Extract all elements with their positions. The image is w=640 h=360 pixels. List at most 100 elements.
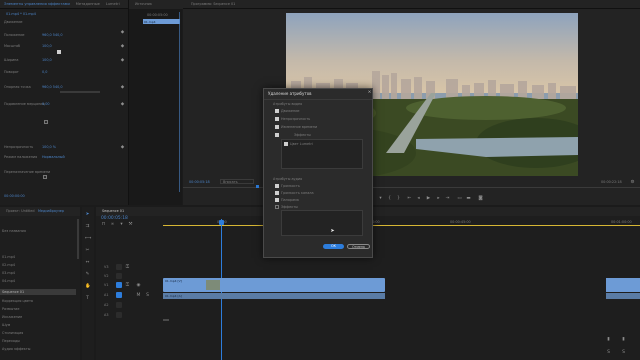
project-item[interactable]: Искажение	[2, 315, 22, 319]
lock-icon[interactable]: ⚿	[125, 283, 130, 288]
overwrite-icon[interactable]: ▬	[466, 196, 471, 201]
audio-effects-list[interactable]	[281, 210, 363, 236]
toggle-v3[interactable]	[116, 264, 122, 270]
project-item[interactable]: Размытие	[2, 307, 19, 311]
mute-icon[interactable]: M	[136, 293, 141, 298]
close-icon[interactable]: ×	[367, 90, 372, 95]
solo-icon[interactable]: S	[145, 293, 150, 298]
row-value[interactable]: 960,0 540,0	[42, 33, 63, 37]
selection-icon[interactable]: ➤	[85, 212, 90, 217]
project-item-selected[interactable]: Sequence 01	[0, 289, 76, 295]
project-item[interactable]: Аудио эффекты	[2, 347, 30, 351]
export-frame-icon[interactable]: ◙	[478, 196, 483, 201]
program-scrubber[interactable]	[183, 187, 640, 188]
audio-volume-checkbox[interactable]	[275, 184, 279, 188]
row-value[interactable]: 100,0	[42, 44, 52, 48]
timeline-timecode[interactable]: 00:00:05:18	[101, 216, 128, 221]
audio-effects-checkbox[interactable]	[275, 205, 279, 209]
step-back-icon[interactable]: ◂	[416, 196, 421, 201]
program-playhead-marker[interactable]	[256, 185, 259, 188]
keyframe-icon[interactable]: ◆	[120, 145, 125, 150]
settings-icon[interactable]: ⚙	[630, 180, 635, 185]
out-point-icon[interactable]: }	[396, 196, 401, 201]
go-to-out-icon[interactable]: ⇥	[445, 196, 450, 201]
toggle-a3[interactable]	[116, 312, 122, 318]
video-effects-list[interactable]: Цвет Lumetri	[281, 139, 363, 169]
go-to-in-icon[interactable]: ⇤	[407, 196, 412, 201]
keyframe-icon[interactable]: ◆	[120, 30, 125, 35]
project-item[interactable]: Стилизация	[2, 331, 23, 335]
toggle-v2[interactable]	[116, 273, 122, 279]
clip-v1[interactable]: 01.mp4 [V]	[163, 278, 385, 292]
crop-checkbox[interactable]	[44, 120, 48, 124]
play-icon[interactable]: ▶	[426, 196, 431, 201]
keyframe-icon[interactable]: ◆	[120, 85, 125, 90]
clip-right-audio[interactable]	[606, 293, 640, 299]
row-value[interactable]: 960,0 540,0	[42, 85, 63, 89]
keyframe-icon[interactable]: ◆	[120, 58, 125, 63]
lock-icon[interactable]: ⚿	[125, 265, 130, 270]
add-marker-icon[interactable]: ▾	[119, 222, 124, 227]
project-item[interactable]: Коррекция цвета	[2, 299, 33, 303]
marker-icon[interactable]: ▾	[378, 196, 383, 201]
video-effects-checkbox[interactable]	[275, 133, 279, 137]
tab-sequence[interactable]: Sequence 01	[102, 209, 124, 213]
snap-icon[interactable]: ⊓	[101, 222, 106, 227]
keyframe-icon[interactable]: ◆	[120, 44, 125, 49]
tab-lumetri[interactable]: Lumetri	[106, 2, 120, 6]
solo-meter-icon[interactable]: S	[621, 350, 626, 355]
uniform-scale-checkbox[interactable]	[57, 50, 61, 54]
tab-source[interactable]: Источник	[135, 2, 152, 6]
tab-effect-controls[interactable]: Элементы управления эффектами	[4, 2, 70, 6]
pen-icon[interactable]: ✎	[85, 272, 90, 277]
type-icon[interactable]: T	[85, 296, 90, 301]
project-item[interactable]: 04.mp4	[2, 279, 15, 283]
solo-meter-icon[interactable]: S	[606, 350, 611, 355]
project-item[interactable]: Шум	[2, 323, 10, 327]
tab-metadata[interactable]: Метаданные	[76, 2, 100, 6]
project-scrollbar[interactable]	[77, 219, 79, 259]
video-motion-checkbox[interactable]	[275, 109, 279, 113]
video-opacity-checkbox[interactable]	[275, 117, 279, 121]
linked-icon[interactable]: ∞	[110, 222, 115, 227]
project-item[interactable]: 03.mp4	[2, 271, 15, 275]
in-point-icon[interactable]: {	[387, 196, 392, 201]
cancel-button[interactable]: Отмена	[347, 244, 370, 249]
anchor-bar[interactable]	[60, 91, 100, 93]
clip-right[interactable]	[606, 278, 640, 292]
video-time-checkbox[interactable]	[275, 125, 279, 129]
row-value[interactable]: 0,00	[42, 102, 50, 106]
project-item[interactable]: 01.mp4	[2, 255, 15, 259]
slip-icon[interactable]: ↔	[85, 260, 90, 265]
toggle-a1[interactable]	[116, 292, 122, 298]
lumetri-checkbox[interactable]	[284, 142, 288, 146]
effect-controls-timecode[interactable]: 00:00:00:00	[4, 194, 25, 198]
audio-channel-volume-checkbox[interactable]	[275, 191, 279, 195]
work-area-bar[interactable]	[163, 225, 267, 226]
ok-button[interactable]: ОК	[323, 244, 344, 249]
row-value[interactable]: 100,0	[42, 58, 52, 62]
timeline-scrollbar[interactable]	[163, 319, 169, 321]
project-item[interactable]: Переходы	[2, 339, 20, 343]
tab-project[interactable]: Проект: Untitled	[6, 209, 35, 213]
work-area-bar-right[interactable]	[373, 225, 640, 226]
clip-a1[interactable]: 01.mp4 [A]	[163, 293, 385, 299]
tab-program[interactable]: Программа: Sequence 01	[191, 2, 235, 6]
keyframe-icon[interactable]: ◆	[120, 102, 125, 107]
row-value[interactable]: 100,0 %	[42, 145, 56, 149]
speed-checkbox[interactable]	[43, 175, 47, 179]
mini-playhead[interactable]	[179, 12, 180, 192]
razor-icon[interactable]: ✂	[85, 248, 90, 253]
track-select-icon[interactable]: ⇉	[85, 224, 90, 229]
toggle-v1[interactable]	[116, 282, 122, 288]
eye-icon[interactable]: ◉	[136, 283, 141, 288]
program-timecode-left[interactable]: 00:00:05:18	[189, 180, 210, 184]
row-value[interactable]: Нормальный	[42, 155, 65, 159]
fit-dropdown[interactable]: Вписать	[220, 179, 254, 184]
step-forward-icon[interactable]: ▸	[436, 196, 441, 201]
playhead-handle[interactable]	[219, 220, 224, 225]
timeline-ruler[interactable]: 00:00 00:00:15:00 00:00:30:00 00:00:45:0…	[163, 216, 640, 228]
toggle-a2[interactable]	[116, 302, 122, 308]
project-item[interactable]: Без названия	[2, 229, 26, 233]
wrench-icon[interactable]: ⚒	[128, 222, 133, 227]
